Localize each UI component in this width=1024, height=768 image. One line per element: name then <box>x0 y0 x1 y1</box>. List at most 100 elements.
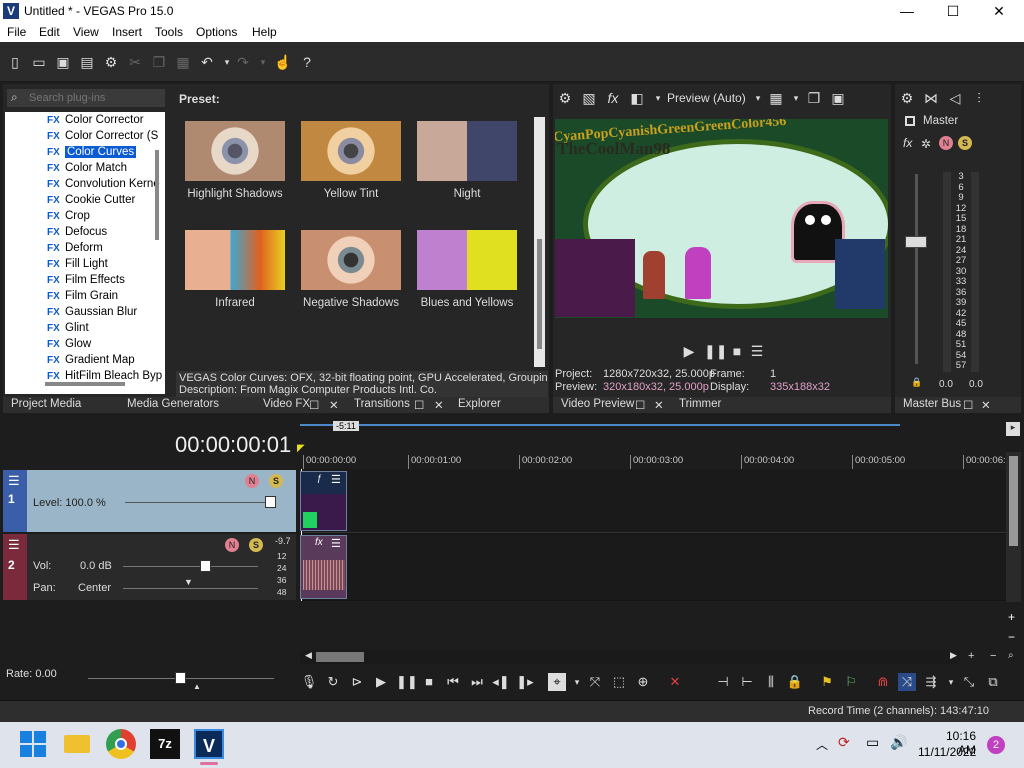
zoom-in-vertical-icon[interactable]: + <box>1008 610 1015 624</box>
zoom-out-vertical-icon[interactable]: − <box>1008 630 1015 644</box>
zoom-tool-icon[interactable]: ⌕ <box>1008 650 1014 661</box>
cut-icon[interactable]: ✂ <box>126 53 144 71</box>
tree-item[interactable]: FX Glint <box>47 322 165 338</box>
track2-vol-slider[interactable] <box>123 566 258 567</box>
tree-item[interactable]: FX Crop <box>47 210 165 226</box>
go-to-end-icon[interactable]: ⏭ <box>468 673 486 691</box>
paste-icon[interactable]: ▦ <box>174 53 192 71</box>
zoom-edit-tool-icon[interactable]: ⊕ <box>634 673 652 691</box>
video-track-lane[interactable] <box>300 469 1006 533</box>
audio-clip-menu-icon[interactable]: ☰ <box>331 537 341 550</box>
rate-reset-icon[interactable]: ▲ <box>193 682 201 691</box>
minimize-button[interactable]: — <box>884 0 930 23</box>
preset-label-negative-shadows[interactable]: Negative Shadows <box>291 297 411 309</box>
track1-solo-icon[interactable]: S <box>269 474 283 488</box>
tree-item[interactable]: FX Cookie Cutter <box>47 194 165 210</box>
tab-video-fx-close-icon[interactable]: ✕ <box>329 398 339 412</box>
file-explorer-icon[interactable] <box>62 729 92 759</box>
master-properties-gear-icon[interactable]: ⚙ <box>898 89 916 107</box>
ripple-dropdown-icon[interactable]: ▾ <box>942 673 960 691</box>
master-lock-icon[interactable]: 🔒 <box>911 377 922 388</box>
master-fader-track[interactable] <box>915 174 918 364</box>
transport-pause-icon[interactable]: ❚❚ <box>396 673 418 691</box>
7zip-icon[interactable]: 7z <box>150 729 180 759</box>
timeline-vscrollbar[interactable] <box>1006 452 1021 602</box>
properties-gear-icon[interactable]: ⚙ <box>102 53 120 71</box>
timeline-tracks[interactable]: ☰ ƒ ☰ fx <box>300 469 1006 601</box>
dim-output-icon[interactable]: ◁ <box>946 89 964 107</box>
tab-master-bus[interactable]: Master Bus <box>903 398 961 410</box>
insert-marker-icon[interactable]: ⚑ <box>818 673 836 691</box>
track2-solo-icon[interactable]: S <box>249 538 263 552</box>
loop-playback-icon[interactable]: ↻ <box>324 673 342 691</box>
tab-project-media[interactable]: Project Media <box>11 398 81 410</box>
preview-menu-icon[interactable]: ☰ <box>748 342 766 360</box>
master-checkbox[interactable] <box>905 116 915 126</box>
stop-icon[interactable]: ■ <box>728 342 746 360</box>
menu-help[interactable]: Help <box>252 25 277 39</box>
plugin-search[interactable]: ⌕ <box>7 89 165 107</box>
split-icon[interactable]: ⫼ <box>762 673 780 691</box>
tree-item[interactable]: FX Deform <box>47 242 165 258</box>
master-automation-icon[interactable]: ✲ <box>921 137 931 151</box>
menu-insert[interactable]: Insert <box>112 25 142 39</box>
tree-item[interactable]: FX Gradient Map <box>47 354 165 370</box>
chrome-icon[interactable] <box>106 729 136 759</box>
split-dropdown-icon[interactable]: ▾ <box>649 89 667 107</box>
open-folder-icon[interactable]: ▭ <box>30 53 48 71</box>
network-icon[interactable]: ▭ <box>866 734 879 751</box>
tree-item-selected[interactable]: FX Color Curves <box>47 146 165 162</box>
audio-clip-fx-icon[interactable]: fx <box>315 537 323 548</box>
plugin-search-input[interactable] <box>29 90 165 106</box>
preset-thumb-highlight-shadows[interactable] <box>185 121 285 181</box>
plugin-tree[interactable]: FX Color Corrector FX Color Corrector (S F… <box>5 112 165 394</box>
menu-view[interactable]: View <box>73 25 99 39</box>
overlays-dropdown-icon[interactable]: ▾ <box>787 89 805 107</box>
preset-label-infrared[interactable]: Infrared <box>175 297 295 309</box>
track1-menu-icon[interactable]: ☰ <box>8 473 20 489</box>
tree-item[interactable]: FX Color Corrector (S <box>47 130 165 146</box>
tab-video-preview[interactable]: Video Preview <box>561 398 634 410</box>
tab-trimmer[interactable]: Trimmer <box>679 398 721 410</box>
preview-quality-chevron-icon[interactable]: ▾ <box>749 89 767 107</box>
go-to-start-icon[interactable]: ⏮ <box>444 673 462 691</box>
help-icon[interactable]: ? <box>298 53 316 71</box>
track2-vol-handle[interactable] <box>200 560 211 572</box>
tree-item[interactable]: FX Film Grain <box>47 290 165 306</box>
close-button[interactable]: ✕ <box>976 0 1022 23</box>
preset-label-blues-and-yellows[interactable]: Blues and Yellows <box>407 297 527 309</box>
normal-edit-tool-icon[interactable]: ⌖ <box>548 673 566 691</box>
play-from-start-icon[interactable]: ⊳ <box>348 673 366 691</box>
copy-icon[interactable]: ❐ <box>150 53 168 71</box>
redo-dropdown-icon[interactable]: ▾ <box>254 53 272 71</box>
preset-label-highlight-shadows[interactable]: Highlight Shadows <box>175 188 295 200</box>
master-solo-icon[interactable]: S <box>958 136 972 150</box>
tab-video-preview-close-icon[interactable]: ✕ <box>654 398 664 412</box>
playhead-marker-icon[interactable]: ◤ <box>297 443 305 454</box>
audio-track-header[interactable]: ☰ 2 N S -9.7 12 24 36 48 Vol: 0.0 dB Pan… <box>3 534 296 600</box>
tab-explorer[interactable]: Explorer <box>458 398 501 410</box>
timeline-vscroll-thumb[interactable] <box>1009 456 1018 546</box>
next-frame-icon[interactable]: ❚▸ <box>516 673 534 691</box>
ripple-edit-icon[interactable]: ⇶ <box>922 673 940 691</box>
redo-icon[interactable]: ↷ <box>234 53 252 71</box>
transport-play-icon[interactable]: ▶ <box>372 673 390 691</box>
trim-end-icon[interactable]: ⊢ <box>738 673 756 691</box>
timeline-hscrollbar[interactable]: ◀ ▶ <box>300 650 960 664</box>
preset-scrollbar[interactable] <box>534 117 545 367</box>
tab-media-generators[interactable]: Media Generators <box>127 398 219 410</box>
preset-thumb-blues-and-yellows[interactable] <box>417 230 517 290</box>
edit-tool-dropdown-icon[interactable]: ▾ <box>568 673 586 691</box>
track2-pan-slider[interactable] <box>123 588 258 589</box>
volume-icon[interactable]: 🔊 <box>890 734 907 751</box>
loop-marker[interactable]: -5:11 <box>333 421 359 431</box>
menu-options[interactable]: Options <box>196 25 237 39</box>
preset-thumb-yellow-tint[interactable] <box>301 121 401 181</box>
save-icon[interactable]: ▣ <box>54 53 72 71</box>
timeline-marker-button[interactable]: ▸ <box>1006 422 1020 436</box>
vegas-taskbar-icon[interactable]: V <box>194 729 224 759</box>
tab-transitions-close-icon[interactable]: ✕ <box>434 398 444 412</box>
tab-master-bus-float-icon[interactable]: ☐ <box>963 398 973 412</box>
menu-tools[interactable]: Tools <box>155 25 183 39</box>
new-file-icon[interactable]: ▯ <box>6 53 24 71</box>
